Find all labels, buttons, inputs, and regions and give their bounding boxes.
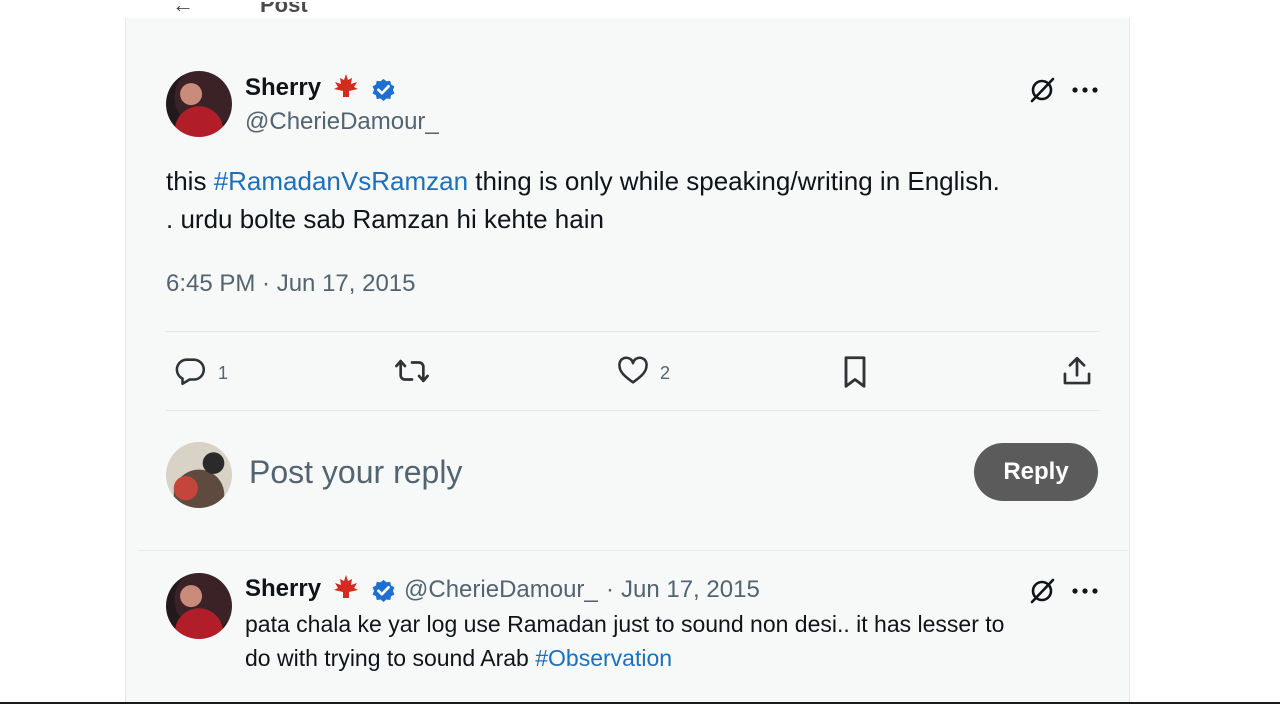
author-avatar[interactable] <box>166 71 232 137</box>
comment-icon <box>174 354 208 393</box>
bookmark-icon <box>840 354 870 395</box>
reply-text-before: do with trying to sound Arab <box>245 645 536 671</box>
like-action[interactable]: 2 <box>616 354 670 393</box>
grok-icon[interactable] <box>1026 575 1058 607</box>
reply-author-name[interactable]: Sherry <box>245 575 321 603</box>
divider-top <box>166 331 1100 332</box>
heart-icon <box>616 354 650 393</box>
reply-count: 1 <box>218 363 229 383</box>
post-text-after: thing is only while speaking/writing in … <box>468 166 1000 196</box>
more-options-icon[interactable] <box>1068 74 1102 106</box>
post-timestamp[interactable]: 6:45 PM · Jun 17, 2015 <box>166 270 416 298</box>
post-hashtag[interactable]: #RamadanVsRamzan <box>214 166 468 196</box>
verified-badge-icon <box>370 577 397 609</box>
post-text: this #RamadanVsRamzan thing is only whil… <box>166 162 1000 200</box>
author-name[interactable]: Sherry <box>245 74 321 102</box>
header-title: Post <box>260 2 308 17</box>
reply-button[interactable]: Reply <box>974 443 1098 501</box>
repost-icon <box>393 354 431 393</box>
grok-icon[interactable] <box>1026 74 1058 106</box>
share-icon <box>1060 354 1094 393</box>
reply-hashtag[interactable]: #Observation <box>535 645 672 671</box>
share-action[interactable] <box>1060 354 1094 393</box>
divider-bottom <box>166 410 1100 411</box>
post-text-before: this <box>166 166 214 196</box>
post-text-line2: . urdu bolte sab Ramzan hi kehte hain <box>166 204 604 234</box>
reply-text-line2: do with trying to sound Arab #Observatio… <box>245 641 672 675</box>
author-handle[interactable]: @CherieDamour_ <box>245 108 439 136</box>
header-fragment: ← Post <box>172 2 332 20</box>
current-user-avatar[interactable] <box>166 442 232 508</box>
reply-action[interactable]: 1 <box>174 354 228 393</box>
reply-author-handle[interactable]: @CherieDamour_ <box>404 576 598 604</box>
divider-reply-section <box>138 550 1128 551</box>
reply-date[interactable]: Jun 17, 2015 <box>621 576 760 604</box>
canada-flag-icon <box>331 574 361 606</box>
canada-flag-icon <box>331 73 361 105</box>
like-count: 2 <box>660 363 671 383</box>
verified-badge-icon <box>370 76 397 108</box>
back-arrow-fragment: ← <box>172 2 194 17</box>
reply-input[interactable]: Post your reply <box>249 454 462 491</box>
reply-author-avatar[interactable] <box>166 573 232 639</box>
more-options-icon[interactable] <box>1068 575 1102 607</box>
repost-action[interactable] <box>393 354 431 393</box>
reply-separator: · <box>606 576 614 603</box>
bottom-edge <box>0 702 1280 720</box>
bookmark-action[interactable] <box>840 354 870 395</box>
reply-text-line1: pata chala ke yar log use Ramadan just t… <box>245 611 1005 637</box>
